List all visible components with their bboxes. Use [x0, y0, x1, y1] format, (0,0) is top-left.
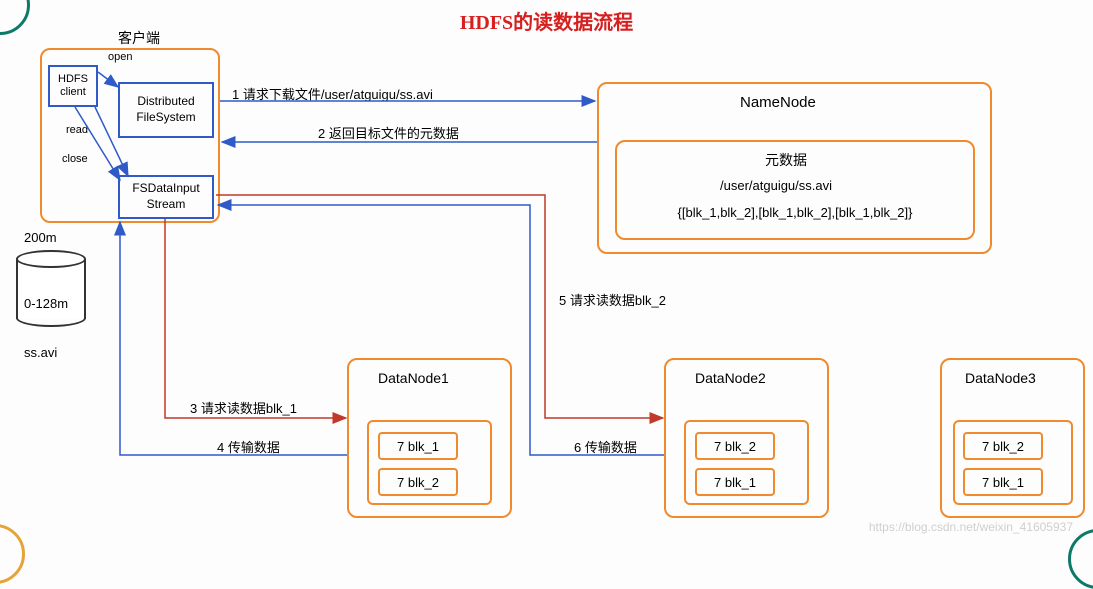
dn1-blk1: 7 blk_1	[378, 428, 458, 464]
watermark: https://blog.csdn.net/weixin_41605937	[869, 520, 1073, 534]
step6-label: 6 传输数据	[574, 437, 637, 456]
step1-label: 1 请求下载文件/user/atguigu/ss.avi	[232, 84, 433, 103]
datanode3-title: DataNode3	[965, 370, 1036, 386]
fsdata-input-box: FSDataInput Stream	[118, 175, 214, 219]
dn2-blk2: 7 blk_1	[695, 464, 775, 500]
dn3-blk2: 7 blk_1	[963, 464, 1043, 500]
datanode1-title: DataNode1	[378, 370, 449, 386]
open-label: open	[108, 51, 132, 63]
client-label: 客户端	[118, 28, 160, 48]
decoration	[1068, 529, 1093, 589]
metadata-title: 元数据	[765, 150, 807, 170]
storage-range: 0-128m	[24, 296, 68, 311]
datanode2-title: DataNode2	[695, 370, 766, 386]
step4-label: 4 传输数据	[217, 437, 280, 456]
read-label: read	[66, 124, 88, 136]
step3-label: 3 请求读数据blk_1	[190, 398, 297, 417]
diagram-title: HDFS的读数据流程	[460, 6, 633, 35]
namenode-title: NameNode	[740, 94, 816, 111]
dn1-blk2: 7 blk_2	[378, 464, 458, 500]
storage-200m: 200m	[24, 230, 57, 245]
dn2-blk1: 7 blk_2	[695, 428, 775, 464]
step2-label: 2 返回目标文件的元数据	[318, 123, 459, 142]
close-label: close	[62, 153, 88, 165]
storage-file: ss.avi	[24, 345, 57, 360]
metadata-blocks: {[blk_1,blk_2],[blk_1,blk_2],[blk_1,blk_…	[630, 205, 960, 220]
decoration	[0, 524, 25, 584]
dn3-blk1: 7 blk_2	[963, 428, 1043, 464]
step5-label: 5 请求读数据blk_2	[559, 290, 666, 309]
hdfs-client-box: HDFS client	[48, 65, 98, 107]
decoration	[0, 0, 30, 35]
distributed-fs-box: Distributed FileSystem	[118, 82, 214, 138]
metadata-path: /user/atguigu/ss.avi	[720, 178, 832, 193]
